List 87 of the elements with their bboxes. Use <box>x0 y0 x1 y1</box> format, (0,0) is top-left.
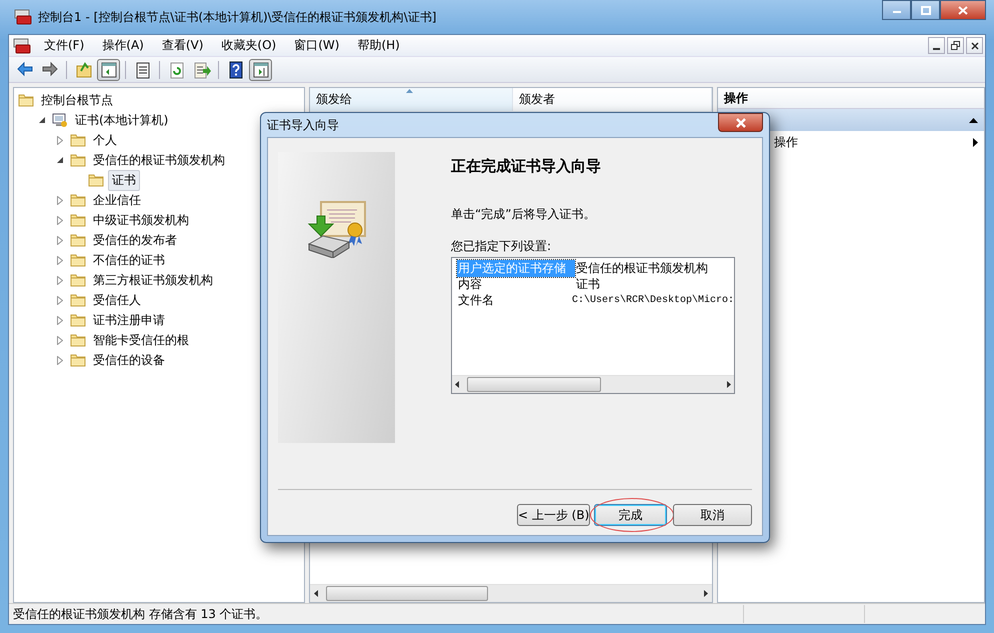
folder-icon <box>18 93 34 107</box>
collapsed-triangle-icon[interactable] <box>54 296 66 304</box>
tree-item[interactable]: 不信任的证书 <box>90 250 168 270</box>
settings-list[interactable]: 用户选定的证书存储 受信任的根证书颁发机构 内容 证书 文件名 C:\Users\RCR\Desktop\Micro: <box>451 257 735 394</box>
setting-value: C:\Users\RCR\Desktop\Micro: <box>570 294 734 306</box>
tree-item[interactable]: 企业信任 <box>90 190 144 210</box>
collapsed-triangle-icon[interactable] <box>54 196 66 204</box>
scroll-left-icon[interactable] <box>314 590 318 597</box>
dialog-button[interactable]: < 上一步 (B) <box>517 504 590 526</box>
menu-item[interactable]: 收藏夹(O) <box>212 37 286 54</box>
folder-icon <box>70 273 86 287</box>
tree-item[interactable]: 受信任人 <box>90 290 144 310</box>
tree-item[interactable]: 受信任的设备 <box>90 350 168 370</box>
folder-icon <box>70 293 86 307</box>
folder-icon <box>70 193 86 207</box>
close-icon <box>734 118 746 128</box>
tree-item[interactable]: 控制台根节点 <box>38 90 116 110</box>
folder-icon <box>70 213 86 227</box>
restore-button[interactable] <box>947 37 964 54</box>
scroll-left-icon[interactable] <box>455 381 459 388</box>
horizontal-scrollbar[interactable] <box>310 584 712 602</box>
toolbox-icon <box>14 9 32 25</box>
minimize-icon <box>933 48 940 50</box>
menu-item[interactable]: 查看(V) <box>152 37 212 54</box>
tree-item[interactable]: 个人 <box>90 130 120 150</box>
minimize-button[interactable] <box>882 0 911 20</box>
status-text: 受信任的根证书颁发机构 存储含有 13 个证书。 <box>13 606 269 622</box>
folder-icon <box>70 313 86 327</box>
setting-name[interactable]: 文件名 <box>457 292 571 308</box>
setting-name[interactable]: 内容 <box>457 276 575 292</box>
dialog-title: 证书导入向导 <box>267 116 339 134</box>
folder-icon <box>70 133 86 147</box>
menu-item[interactable]: 操作(A) <box>93 37 153 54</box>
column-header[interactable]: 颁发者 <box>513 88 712 112</box>
menu-item[interactable]: 文件(F) <box>35 37 94 54</box>
minimize-button[interactable] <box>928 37 945 54</box>
close-icon <box>958 6 968 14</box>
folder-icon <box>70 353 86 367</box>
collapsed-triangle-icon[interactable] <box>54 336 66 344</box>
scroll-right-icon[interactable] <box>727 381 731 388</box>
close-icon <box>970 42 978 50</box>
close-button[interactable] <box>966 37 983 54</box>
window-title: 控制台1 - [控制台根节点\证书(本地计算机)\受信任的根证书颁发机构\证书] <box>38 8 436 26</box>
column-header[interactable]: 颁发给 <box>310 88 513 112</box>
close-button[interactable] <box>940 0 986 20</box>
dialog-button[interactable]: 取消 <box>673 504 752 526</box>
toolbox-icon <box>13 38 31 54</box>
action-pane-button[interactable] <box>249 58 272 80</box>
settings-label: 您已指定下列设置: <box>451 238 552 255</box>
folder-icon <box>88 173 104 187</box>
close-button[interactable] <box>718 113 763 132</box>
collapsed-triangle-icon[interactable] <box>54 216 66 224</box>
action-item[interactable]: 操作 <box>718 131 984 153</box>
folder-icon <box>70 233 86 247</box>
setting-value: 证书 <box>575 276 600 292</box>
tree-item[interactable]: 受信任的根证书颁发机构 <box>90 150 228 170</box>
collapsed-triangle-icon[interactable] <box>54 256 66 264</box>
tree-item[interactable]: 第三方根证书颁发机构 <box>90 270 216 290</box>
collapsed-triangle-icon[interactable] <box>54 356 66 364</box>
menu-item[interactable]: 窗口(W) <box>285 37 348 54</box>
horizontal-scrollbar[interactable] <box>452 375 734 393</box>
tree-item[interactable]: 证书(本地计算机) <box>72 110 172 130</box>
scroll-right-icon[interactable] <box>704 590 708 597</box>
collapsed-triangle-icon[interactable] <box>54 136 66 144</box>
tree-item[interactable]: 证书 <box>108 170 140 190</box>
restore-icon <box>951 41 960 50</box>
tree-item[interactable]: 中级证书颁发机构 <box>90 210 192 230</box>
setting-value: 受信任的根证书颁发机构 <box>575 260 708 276</box>
instruction-text: 单击“完成”后将导入证书。 <box>451 206 596 223</box>
tree-item[interactable]: 证书注册申请 <box>90 310 168 330</box>
tree-item[interactable]: 受信任的发布者 <box>90 230 180 250</box>
folder-icon <box>70 253 86 267</box>
collapsed-triangle-icon[interactable] <box>54 316 66 324</box>
certificate-computer-icon <box>52 112 68 128</box>
tree-item[interactable]: 智能卡受信任的根 <box>90 330 192 350</box>
maximize-icon <box>920 6 930 14</box>
tree-pane-button[interactable] <box>97 58 120 80</box>
wizard-heading: 正在完成证书导入向导 <box>451 157 602 176</box>
submenu-triangle-icon <box>973 138 978 146</box>
folder-icon <box>70 153 86 167</box>
collapsed-triangle-icon[interactable] <box>54 276 66 284</box>
collapse-triangle-icon <box>969 118 978 122</box>
dialog-button[interactable]: 完成 <box>594 504 667 526</box>
maximize-button[interactable] <box>911 0 940 20</box>
menu-item[interactable]: 帮助(H) <box>348 37 409 54</box>
folder-icon <box>70 333 86 347</box>
collapsed-triangle-icon[interactable] <box>54 236 66 244</box>
